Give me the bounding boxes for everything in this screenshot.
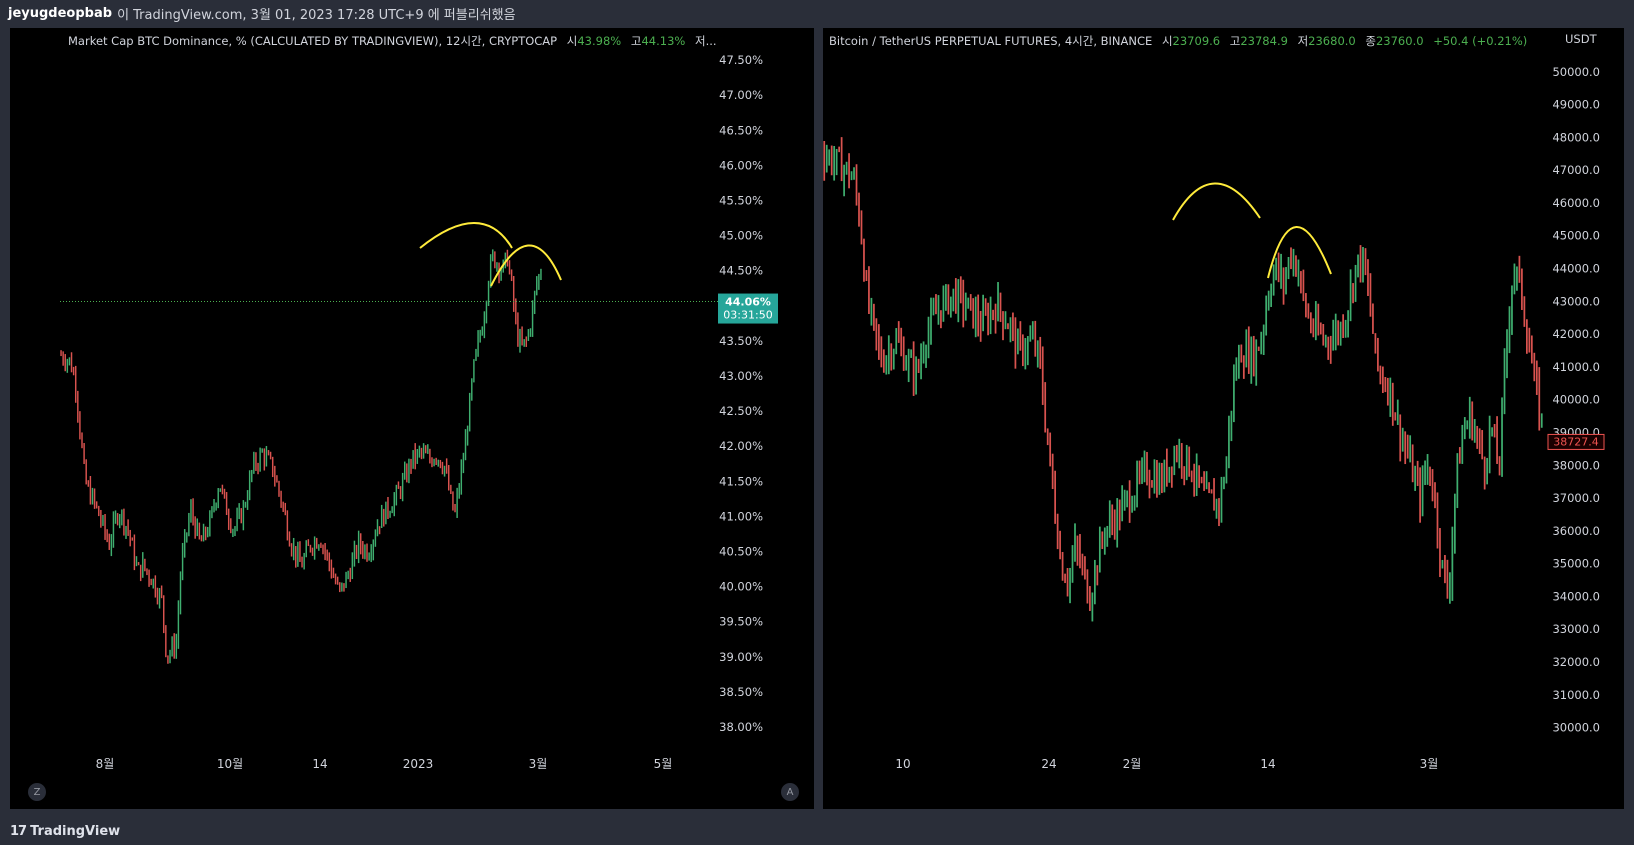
x-tick-label: 3월 — [1420, 757, 1439, 771]
y-tick-label: 42.00% — [719, 439, 763, 453]
legend-low-value: 23680.0 — [1308, 34, 1356, 48]
x-tick-label: 10월 — [217, 757, 243, 771]
y-tick-label: 47000.0 — [1552, 163, 1600, 177]
y-tick-label: 45000.0 — [1552, 229, 1600, 243]
y-tick-label: 38000.0 — [1552, 458, 1600, 472]
y-tick-label: 39.00% — [719, 650, 763, 664]
y-tick-label: 33000.0 — [1552, 622, 1600, 636]
y-tick-label: 40.50% — [719, 544, 763, 558]
legend-close-value: 23760.0 — [1375, 34, 1424, 48]
x-tick-label: 5월 — [654, 757, 673, 771]
author-name[interactable]: jeyugdeopbab — [8, 6, 112, 21]
legend-open-label: 시 — [1161, 34, 1173, 48]
legend-close-label: 종 — [1365, 34, 1376, 48]
bar-countdown: 03:31:50 — [723, 309, 772, 322]
annotation-arc[interactable] — [419, 222, 513, 249]
legend-change: +50.4 (+0.21%) — [1433, 34, 1528, 48]
chart-panel-btc-dominance[interactable]: 47.50% 47.00% 46.50% 46.00% 45.50% 45.00% 44.5… — [10, 28, 814, 809]
legend-high-value: 44.13% — [641, 34, 686, 48]
y-tick-label: 40.00% — [719, 580, 763, 594]
footer-brand[interactable]: TradingView — [30, 824, 120, 839]
legend-low-label: 저... — [694, 34, 717, 48]
footer: 17 TradingView — [0, 818, 1634, 845]
x-tick-label: 3월 — [529, 757, 548, 771]
currency-label: USDT — [1565, 32, 1597, 46]
candles — [60, 249, 542, 664]
x-tick-label: 14 — [1260, 757, 1275, 771]
y-tick-label: 42.50% — [719, 404, 763, 418]
annotation-arc[interactable] — [1172, 182, 1261, 221]
y-tick-label: 45.00% — [719, 229, 763, 243]
x-tick-label: 24 — [1041, 757, 1056, 771]
x-tick-label: 2023 — [403, 757, 434, 771]
legend-title: Bitcoin / TetherUS PERPETUAL FUTURES, 4시… — [829, 34, 1153, 48]
y-tick-label: 41000.0 — [1552, 360, 1600, 374]
legend-low-label: 저 — [1297, 34, 1309, 48]
y-tick-label: 43.50% — [719, 334, 763, 348]
btc-dominance-chart[interactable]: 47.50% 47.00% 46.50% 46.00% 45.50% 45.00% 44.5… — [10, 28, 814, 809]
x-tick-label: 2월 — [1123, 757, 1142, 771]
legend-title: Market Cap BTC Dominance, % (CALCULATED … — [68, 34, 558, 48]
candles — [823, 137, 1543, 622]
y-tick-label: 48000.0 — [1552, 130, 1600, 144]
y-tick-label: 43.00% — [719, 369, 763, 383]
timezone-button[interactable]: Z — [28, 783, 46, 801]
auto-scale-button[interactable]: A — [781, 783, 799, 801]
y-tick-label: 43000.0 — [1552, 294, 1600, 308]
y-tick-label: 50000.0 — [1552, 65, 1600, 79]
y-tick-label: 46000.0 — [1552, 196, 1600, 210]
legend-left: Market Cap BTC Dominance, % (CALCULATED … — [68, 33, 717, 49]
y-tick-label: 36000.0 — [1552, 524, 1600, 538]
y-tick-label: 30000.0 — [1552, 721, 1600, 735]
y-tick-label: 49000.0 — [1552, 98, 1600, 112]
legend-high-value: 23784.9 — [1240, 34, 1288, 48]
publish-header: jeyugdeopbab 이 TradingView.com, 3월 01, 2… — [0, 0, 1634, 26]
y-tick-label: 44.50% — [719, 264, 763, 278]
y-tick-label: 45.50% — [719, 193, 763, 207]
publish-info: 이 TradingView.com, 3월 01, 2023 17:28 UTC… — [117, 7, 516, 23]
x-tick-label: 14 — [312, 757, 327, 771]
chart-panel-btcusdt[interactable]: 50000.0 49000.0 48000.0 47000.0 46000.0 45000… — [823, 28, 1624, 809]
x-tick-label: 10 — [895, 757, 910, 771]
x-tick-label: 8월 — [96, 757, 115, 771]
legend-high-label: 고 — [1229, 34, 1241, 48]
legend-open-value: 43.98% — [577, 34, 622, 48]
y-tick-label: 41.50% — [719, 474, 763, 488]
y-tick-label: 46.50% — [719, 123, 763, 137]
legend-open-label: 시 — [566, 34, 578, 48]
y-tick-label: 40000.0 — [1552, 393, 1600, 407]
y-tick-label: 32000.0 — [1552, 655, 1600, 669]
legend-right: Bitcoin / TetherUS PERPETUAL FUTURES, 4시… — [829, 33, 1527, 49]
y-tick-label: 47.50% — [719, 53, 763, 67]
y-tick-label: 42000.0 — [1552, 327, 1600, 341]
btcusdt-chart[interactable]: 50000.0 49000.0 48000.0 47000.0 46000.0 45000… — [823, 28, 1624, 809]
y-tick-label: 38.00% — [719, 720, 763, 734]
y-tick-label: 47.00% — [719, 88, 763, 102]
y-tick-label: 34000.0 — [1552, 589, 1600, 603]
y-tick-label: 44000.0 — [1552, 262, 1600, 276]
y-tick-label: 41.00% — [719, 509, 763, 523]
y-tick-label: 38.50% — [719, 685, 763, 699]
current-price-value: 38727.4 — [1553, 435, 1599, 448]
y-tick-label: 39.50% — [719, 615, 763, 629]
tradingview-logo-icon[interactable]: 17 — [10, 824, 27, 839]
y-tick-label: 37000.0 — [1552, 491, 1600, 505]
legend-high-label: 고 — [630, 34, 642, 48]
legend-open-value: 23709.6 — [1172, 34, 1221, 48]
y-tick-label: 35000.0 — [1552, 557, 1600, 571]
annotation-arc[interactable] — [1267, 226, 1332, 279]
current-price-value: 44.06% — [725, 296, 771, 309]
y-tick-label: 31000.0 — [1552, 688, 1600, 702]
y-tick-label: 46.00% — [719, 158, 763, 172]
